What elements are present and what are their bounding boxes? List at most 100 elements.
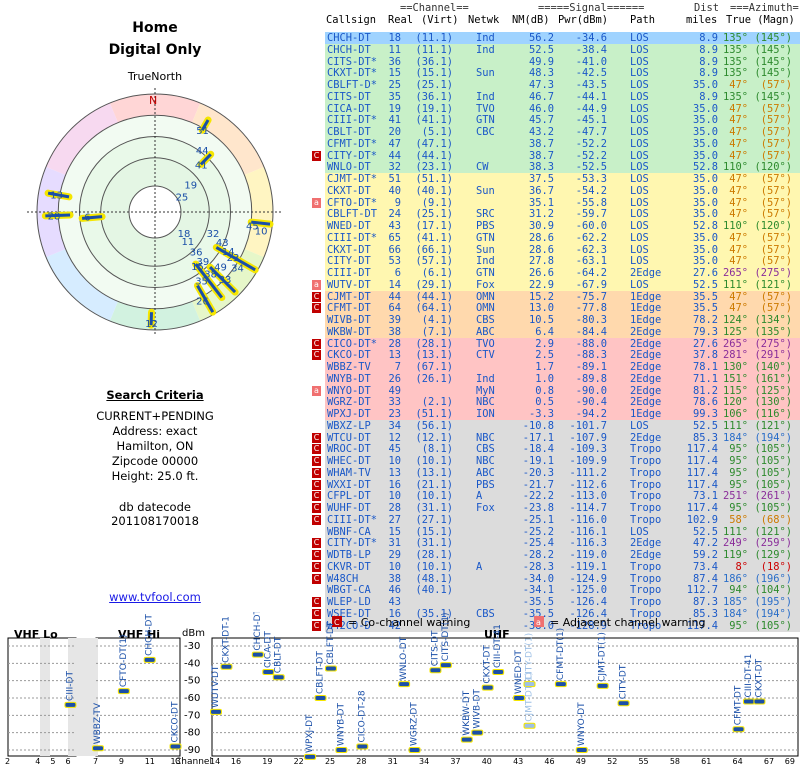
station-label: WIVB-DT — [472, 689, 482, 729]
cell-cs: WHAM-TV — [327, 466, 371, 479]
table-row: CKXT-DT 66 (66.1) Sun 28.6 -62.3 LOS 35.0 47° (57… — [300, 243, 800, 256]
cell-cs: CITY-DT — [327, 255, 371, 268]
cell-nm: 13.0 — [528, 302, 554, 315]
table-row: WNLO-DT 32 (23.1) CW 38.3 -52.5 LOS 52.8 110° (12… — [300, 161, 800, 174]
cell-t: 125° — [722, 325, 748, 338]
cell-r: 10 — [388, 490, 401, 503]
cell-p: -94.2 — [575, 408, 607, 420]
cell-p: -112.6 — [569, 478, 607, 491]
cell-r: 36 — [388, 55, 401, 68]
cell-v: (56.1) — [415, 419, 453, 432]
cell-n: TVO — [476, 102, 495, 115]
station-marker — [555, 682, 566, 687]
cell-nm: -17.1 — [522, 431, 554, 444]
cell-pa: 1Edge — [630, 314, 662, 326]
station-marker — [733, 727, 744, 732]
x-tick-label: 34 — [419, 757, 429, 766]
cell-cs: WIVB-DT — [327, 314, 371, 326]
table-row: WNYB-DT 26 (26.1) Ind 1.0 -89.8 2Edge 71.1 151° (… — [300, 372, 800, 385]
station-label: CITS-DT(1) — [441, 612, 451, 661]
polar-channel-label: 41 — [195, 160, 208, 171]
x-tick-label: 7 — [93, 757, 98, 766]
cell-nm: 36.7 — [528, 184, 554, 197]
cell-d: 27.6 — [692, 267, 718, 279]
cell-cs: CFPL-DT — [327, 490, 371, 503]
cell-d: 52.5 — [692, 278, 718, 291]
cell-r: 38 — [388, 325, 401, 338]
cell-nm: -23.8 — [522, 502, 554, 514]
cell-m: (259°) — [754, 537, 792, 550]
search-city: Hamilton, ON — [116, 439, 194, 453]
station-marker — [461, 737, 472, 742]
cell-nm: 15.2 — [528, 290, 554, 303]
header-pwr: Pwr(dBm) — [558, 14, 609, 26]
cell-nm: 2.9 — [535, 337, 554, 350]
cell-nm: 43.2 — [528, 126, 554, 138]
cell-p: -67.9 — [575, 278, 607, 291]
polar-channel-label: 51 — [196, 126, 209, 137]
cell-pa: LOS — [630, 67, 649, 80]
cell-cs: WNYO-DT — [327, 384, 371, 397]
x-tick-label: 64 — [733, 757, 743, 766]
x-tick-label: 69 — [785, 757, 795, 766]
station-label: CBLFT-DT — [326, 621, 336, 664]
site-link[interactable]: www.tvfool.com — [0, 590, 310, 604]
cell-p: -116.0 — [569, 513, 607, 526]
cell-p: -53.3 — [575, 173, 607, 185]
cell-cs: CITY-DT* — [327, 149, 378, 162]
table-row: WBXZ-LP 34 (56.1) -10.8 -101.7 LOS 52.5 111° (12… — [300, 419, 800, 432]
cell-m: (145°) — [754, 32, 792, 44]
cell-nm: -34.1 — [522, 584, 554, 597]
cell-t: 120° — [722, 396, 748, 409]
cell-pa: LOS — [630, 419, 649, 432]
cell-nm: 30.9 — [528, 220, 554, 232]
adjacent-channel-warning-icon: a — [312, 385, 321, 396]
cell-r: 19 — [388, 102, 401, 115]
cell-r: 27 — [388, 513, 401, 526]
table-row: C CICO-DT* 28 (28.1) TVO 2.9 -88.0 2Edge 27.6 265… — [300, 337, 800, 350]
cell-cs: CFTO-DT* — [327, 196, 378, 209]
cell-v: (9.1) — [421, 196, 453, 209]
x-tick-label: 49 — [576, 757, 586, 766]
table-row: CITY-DT 53 (57.1) Ind 27.8 -63.1 LOS 35.0 47° (57… — [300, 255, 800, 268]
cell-d: 102.9 — [686, 513, 718, 526]
cell-pa: LOS — [630, 208, 649, 221]
cell-pa: LOS — [630, 231, 649, 244]
polar-channel-label: 35 — [195, 276, 208, 287]
cell-t: 95° — [729, 455, 748, 467]
cell-nm: 45.7 — [528, 114, 554, 127]
cell-cs: WPXJ-DT — [327, 408, 371, 420]
cell-nm: -35.5 — [522, 596, 554, 608]
cell-pa: Tropo — [630, 513, 662, 526]
cell-t: 47° — [729, 196, 748, 209]
left-panel: Home Digital Only TrueNorth N 51 44 41 19 25 1… — [0, 0, 310, 610]
cell-m: (57°) — [760, 231, 792, 244]
polar-channel-label: 19 — [184, 180, 197, 191]
cell-pa: 2Edge — [630, 267, 662, 279]
station-label: CICA-DT — [263, 631, 273, 668]
cell-pa: 2Edge — [630, 396, 662, 409]
cell-v: (5.1) — [421, 126, 453, 138]
x-tick-label: 40 — [482, 757, 492, 766]
cell-n: SRC — [476, 208, 495, 221]
north-marker: N — [149, 94, 157, 107]
table-row: a WUTV-DT 14 (29.1) Fox 22.9 -67.9 LOS 52.5 111° (… — [300, 278, 800, 291]
cell-p: -88.3 — [575, 349, 607, 362]
cell-p: -41.0 — [575, 55, 607, 68]
cell-cs: WUHF-DT — [327, 502, 371, 514]
cell-m: (145°) — [754, 90, 792, 103]
table-row: C CFMT-DT 64 (64.1) OMN 13.0 -77.8 1Edge 35.5 47°… — [300, 302, 800, 315]
table-row: C WDTB-LP 29 (28.1) -28.2 -119.0 2Edge 59.2 119°… — [300, 549, 800, 561]
cell-t: 135° — [722, 55, 748, 68]
cell-p: -55.8 — [575, 196, 607, 209]
table-row: CBLT-DT 20 (5.1) CBC 43.2 -47.7 LOS 35.0 47° (57°… — [300, 126, 800, 138]
cell-p: -80.3 — [575, 314, 607, 326]
cell-pa: LOS — [630, 220, 649, 232]
co-channel-warning-icon: C — [312, 514, 321, 525]
cell-t: 95° — [729, 466, 748, 479]
cell-nm: -25.2 — [522, 525, 554, 538]
table-row: CITS-DT 35 (36.1) Ind 46.7 -44.1 LOS 8.9 135° (14… — [300, 90, 800, 103]
table-row: C WHAM-TV 13 (13.1) ABC -20.3 -111.2 Tropo 117.4… — [300, 466, 800, 479]
cell-pa: LOS — [630, 149, 649, 162]
table-row: WIVB-DT 39 (4.1) CBS 10.5 -80.3 1Edge 78.2 124° (… — [300, 314, 800, 326]
